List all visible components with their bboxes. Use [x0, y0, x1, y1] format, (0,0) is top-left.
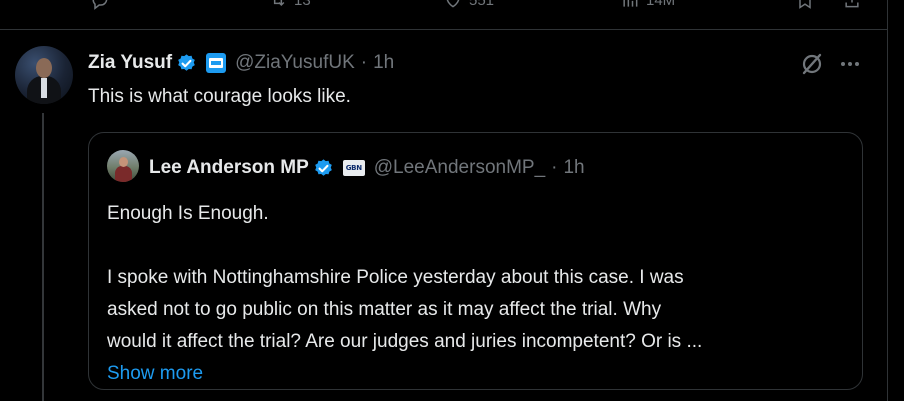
- like-count: 551: [469, 0, 495, 9]
- quoted-author-avatar[interactable]: [107, 150, 139, 182]
- verified-icon[interactable]: [176, 53, 197, 74]
- quoted-avatar-head-shape: [119, 157, 128, 167]
- quoted-tweet-time[interactable]: 1h: [563, 157, 584, 179]
- quoted-line: Enough Is Enough.: [107, 203, 269, 224]
- like-icon: [446, 0, 460, 8]
- tweet-page: 13 551 14M Zia Yusuf @ZiaYusufUK · 1h Th…: [0, 0, 904, 401]
- tweet-header: Zia Yusuf @ZiaYusufUK · 1h: [88, 50, 394, 76]
- show-more-link[interactable]: Show more: [107, 363, 203, 384]
- gbn-affiliate-badge-icon[interactable]: GBN: [342, 160, 365, 176]
- verified-icon[interactable]: [313, 158, 334, 179]
- avatar-shirt-shape: [41, 78, 47, 98]
- separator-dot: ·: [551, 157, 558, 178]
- reply-button[interactable]: [90, 0, 110, 10]
- share-button[interactable]: [842, 0, 862, 10]
- author-handle[interactable]: @ZiaYusufUK: [235, 52, 355, 74]
- reply-icon: [92, 0, 108, 10]
- quoted-line: I spoke with Nottinghamshire Police yest…: [107, 267, 684, 288]
- more-icon[interactable]: [838, 52, 862, 76]
- retweet-button[interactable]: 13: [268, 0, 311, 10]
- thread-line: [42, 113, 44, 401]
- affiliate-badge-icon[interactable]: [206, 53, 227, 73]
- quoted-author-handle[interactable]: @LeeAndersonMP_: [374, 157, 545, 179]
- views-icon: [623, 0, 638, 7]
- quoted-tweet-body: Enough Is Enough. I spoke with Nottingha…: [107, 198, 847, 390]
- grok-icon[interactable]: [799, 51, 825, 77]
- retweet-icon: [273, 0, 285, 7]
- author-avatar[interactable]: [15, 46, 73, 104]
- bookmark-button[interactable]: [795, 0, 815, 10]
- quoted-line: asked not to go public on this matter as…: [107, 299, 662, 320]
- tweet-time[interactable]: 1h: [373, 52, 394, 74]
- share-icon: [845, 0, 859, 8]
- timeline-border: [887, 0, 888, 401]
- quoted-tweet-card[interactable]: Lee Anderson MP GBN @LeeAndersonMP_ · 1h…: [88, 132, 863, 390]
- retweet-count: 13: [294, 0, 311, 9]
- quoted-author-name[interactable]: Lee Anderson MP: [149, 157, 309, 179]
- views-button[interactable]: 14M: [620, 0, 675, 10]
- quoted-tweet-header: Lee Anderson MP GBN @LeeAndersonMP_ · 1h: [149, 155, 585, 181]
- tweet-divider: [0, 29, 887, 30]
- previous-tweet-action-bar: 13 551 14M: [0, 0, 887, 14]
- like-button[interactable]: 551: [443, 0, 494, 10]
- bookmark-icon: [799, 0, 811, 9]
- tweet-text: This is what courage looks like.: [88, 86, 351, 107]
- separator-dot: ·: [360, 52, 368, 73]
- views-count: 14M: [646, 0, 676, 9]
- author-name[interactable]: Zia Yusuf: [88, 52, 172, 74]
- quoted-line: would it affect the trial? Are our judge…: [107, 331, 703, 352]
- avatar-head-shape: [36, 58, 52, 78]
- quoted-avatar-body-shape: [115, 166, 132, 182]
